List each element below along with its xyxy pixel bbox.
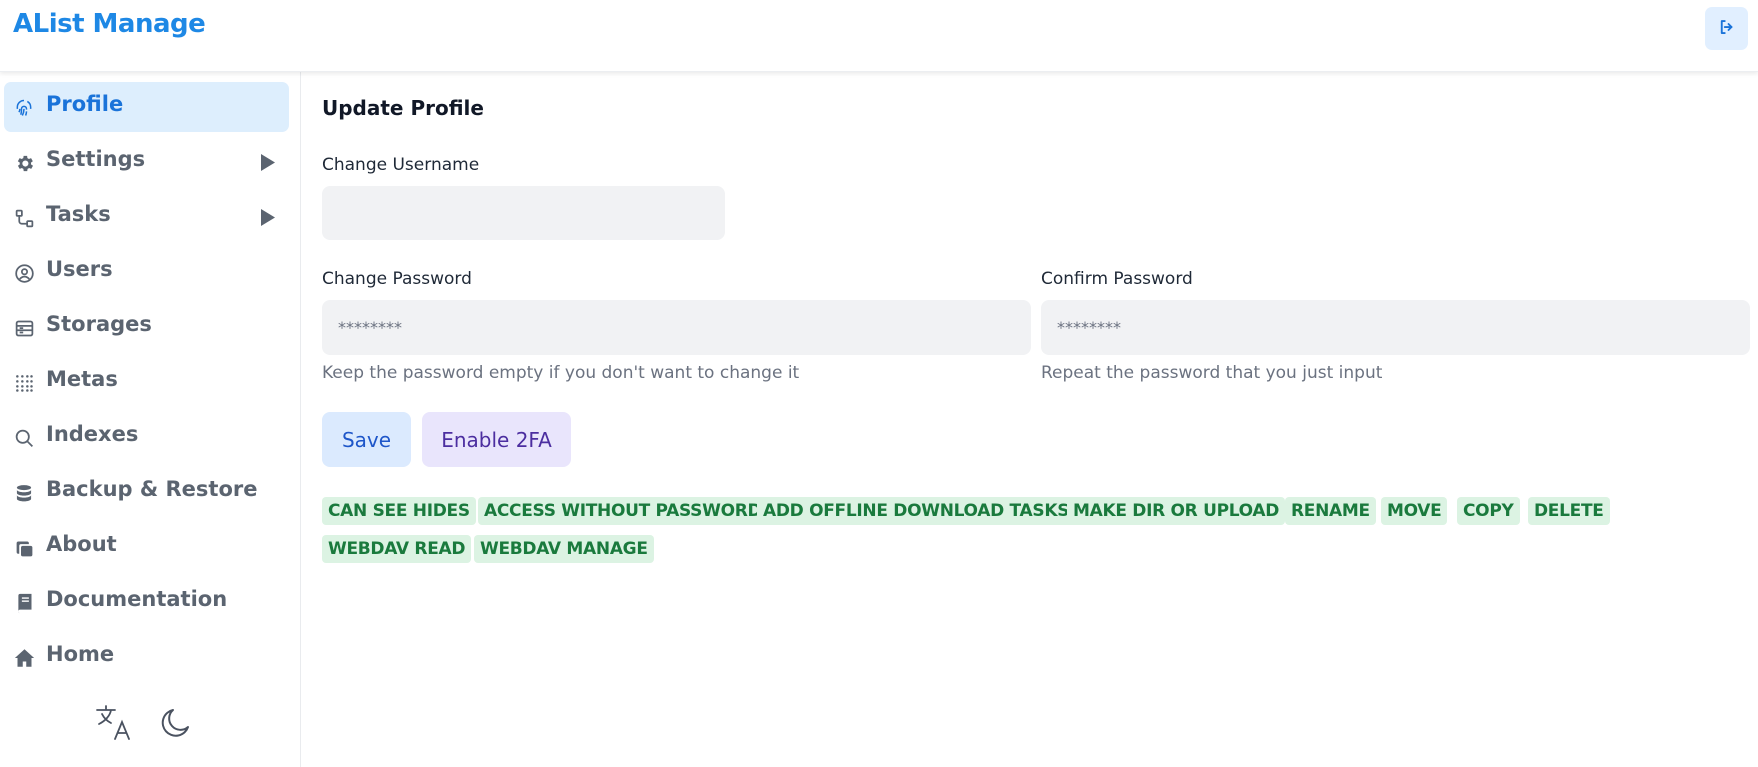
confirm-password-label: Confirm Password <box>1041 269 1193 289</box>
sidebar-item-storages[interactable]: Storages <box>4 302 289 352</box>
permission-tag: WEBDAV READ <box>322 535 472 563</box>
username-input[interactable] <box>322 186 725 240</box>
workflow-icon <box>13 207 35 229</box>
password-input[interactable] <box>322 300 1031 355</box>
permission-tag: WEBDAV MANAGE <box>474 535 654 563</box>
user-circle-icon <box>13 262 35 284</box>
permission-tag: ACCESS WITHOUT PASSWORD <box>478 497 768 525</box>
book-icon <box>13 592 35 614</box>
sidebar-item-metas[interactable]: Metas <box>4 357 289 407</box>
storage-icon <box>13 317 35 339</box>
top-header: AList Manage <box>0 0 1758 72</box>
sidebar-item-profile[interactable]: Profile <box>4 82 289 132</box>
sidebar-item-label: Settings <box>46 147 146 171</box>
logout-icon <box>1718 18 1736 40</box>
app-title[interactable]: AList Manage <box>13 9 206 39</box>
copy-icon <box>13 537 35 559</box>
permission-tag: ADD OFFLINE DOWNLOAD TASKS <box>757 497 1076 525</box>
sidebar-item-label: Metas <box>46 367 118 391</box>
confirm-password-helper-text: Repeat the password that you just input <box>1041 363 1383 383</box>
sidebar-item-label: Documentation <box>46 587 228 611</box>
sidebar-item-tasks[interactable]: Tasks <box>4 192 289 242</box>
password-label: Change Password <box>322 269 472 289</box>
save-button[interactable]: Save <box>322 412 411 467</box>
sidebar-item-backup-restore[interactable]: Backup & Restore <box>4 467 289 517</box>
sidebar-item-users[interactable]: Users <box>4 247 289 297</box>
search-icon <box>13 427 35 449</box>
sidebar-item-label: Indexes <box>46 422 139 446</box>
sidebar-item-label: Home <box>46 642 115 666</box>
permission-tag: CAN SEE HIDES <box>322 497 476 525</box>
logout-button[interactable] <box>1705 7 1748 50</box>
enable-2fa-button[interactable]: Enable 2FA <box>422 412 571 467</box>
sidebar-item-label: Storages <box>46 312 152 336</box>
username-label: Change Username <box>322 155 480 175</box>
sidebar-item-label: About <box>46 532 117 556</box>
permission-tag: MOVE <box>1381 497 1448 525</box>
permission-tag: MAKE DIR OR UPLOAD <box>1067 497 1286 525</box>
permission-tag: RENAME <box>1285 497 1376 525</box>
sidebar-item-label: Backup & Restore <box>46 477 258 501</box>
permission-tag: COPY <box>1457 497 1520 525</box>
confirm-password-input[interactable] <box>1041 300 1750 355</box>
moon-icon <box>158 705 194 745</box>
sidebar-item-documentation[interactable]: Documentation <box>4 577 289 627</box>
sidebar-item-label: Tasks <box>46 202 111 226</box>
fingerprint-icon <box>13 97 35 119</box>
sidebar-item-indexes[interactable]: Indexes <box>4 412 289 462</box>
language-button[interactable] <box>93 704 135 746</box>
permission-tag: DELETE <box>1528 497 1610 525</box>
expand-arrow-icon[interactable] <box>261 154 275 175</box>
home-icon <box>13 647 35 669</box>
grid-dots-icon <box>13 372 35 394</box>
sidebar-item-settings[interactable]: Settings <box>4 137 289 187</box>
sidebar-item-home[interactable]: Home <box>4 632 289 682</box>
theme-toggle-button[interactable] <box>155 704 197 746</box>
sidebar-item-label: Profile <box>46 92 124 116</box>
page-title: Update Profile <box>322 96 484 120</box>
sidebar-item-about[interactable]: About <box>4 522 289 572</box>
sidebar-tools <box>93 704 203 749</box>
sidebar-item-label: Users <box>46 257 113 281</box>
translate-icon <box>94 703 134 747</box>
database-icon <box>13 482 35 504</box>
password-helper-text: Keep the password empty if you don't wan… <box>322 363 800 383</box>
sidebar: Profile Settings Tasks Users Storages Me… <box>0 72 301 767</box>
expand-arrow-icon[interactable] <box>261 209 275 230</box>
gear-icon <box>13 152 35 174</box>
